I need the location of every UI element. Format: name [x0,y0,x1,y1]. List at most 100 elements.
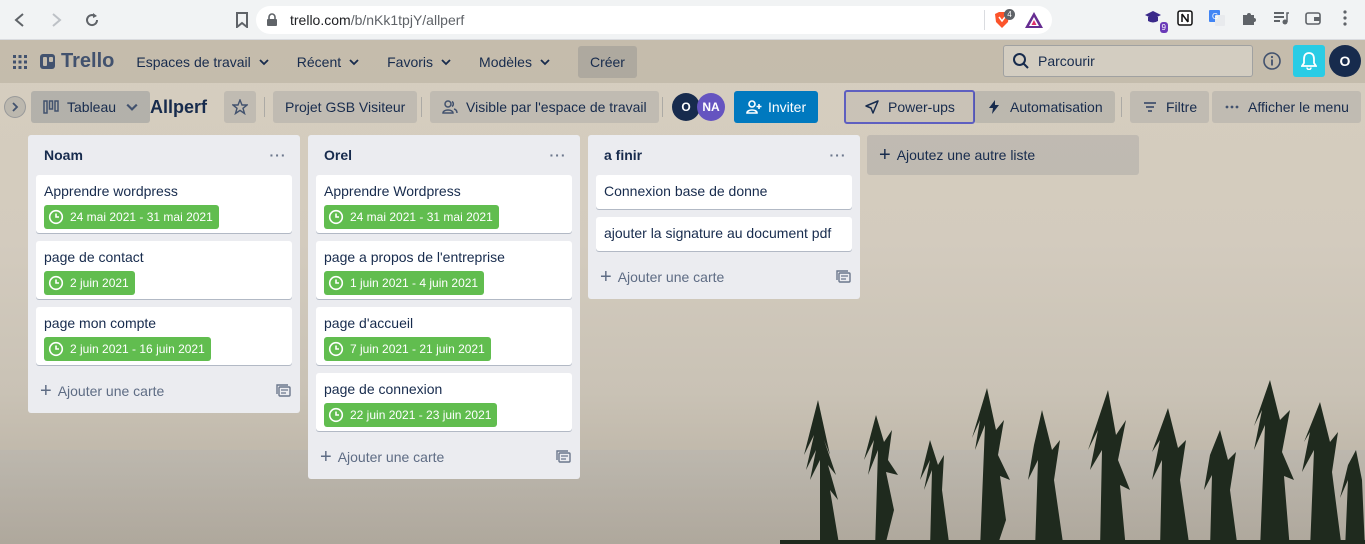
card[interactable]: page a propos de l'entreprise 1 juin 202… [316,241,572,299]
list-header: Orel ··· [308,135,580,175]
chevron-down-icon [441,58,451,65]
chevron-down-icon [259,58,269,65]
trello-logo[interactable]: Trello [40,50,114,73]
card-template-icon[interactable] [556,449,572,465]
wallet-icon[interactable] [1303,8,1323,28]
list-header: Noam ··· [28,135,300,175]
card[interactable]: Apprendre wordpress 24 mai 2021 - 31 mai… [36,175,292,233]
due-date-badge[interactable]: 1 juin 2021 - 4 juin 2021 [324,271,485,295]
sidebar-expand-button[interactable] [4,96,26,118]
info-icon[interactable] [1262,51,1282,71]
list-header: a finir ··· [588,135,860,175]
forward-icon[interactable] [40,4,72,36]
card[interactable]: page d'accueil 7 juin 2021 - 21 juin 202… [316,307,572,365]
extensions-puzzle-icon[interactable] [1239,8,1259,28]
board-title[interactable]: Allperf [150,97,207,118]
chevron-down-icon [126,103,138,111]
card-title: page d'accueil [324,315,414,331]
add-card-button[interactable]: + Ajouter une carte [28,373,300,409]
clock-icon [48,341,64,357]
url-text: trello.com/b/nKk1tpjY/allperf [290,12,465,28]
notion-icon[interactable] [1175,8,1195,28]
due-date-badge[interactable]: 24 mai 2021 - 31 mai 2021 [324,205,499,229]
divider [264,97,265,117]
clock-icon [48,209,64,225]
search-input[interactable]: Parcourir [1003,45,1253,77]
due-date-badge[interactable]: 2 juin 2021 - 16 juin 2021 [44,337,211,361]
card-template-icon[interactable] [836,269,852,285]
list-menu-icon[interactable]: ··· [544,141,572,169]
nav-templates[interactable]: Modèles [471,46,558,78]
brave-shield-count: 4 [1004,9,1015,20]
search-icon [1013,53,1029,69]
app-switcher-icon[interactable] [4,46,36,78]
translate-icon[interactable]: G [1207,8,1227,28]
clock-icon [328,341,344,357]
card-title: page a propos de l'entreprise [324,249,505,265]
back-icon[interactable] [4,4,36,36]
address-bar[interactable]: trello.com/b/nKk1tpjY/allperf 4 [256,6,1052,34]
member-avatar-o[interactable]: O [672,93,700,121]
lightning-icon [989,100,999,114]
create-button[interactable]: Créer [577,45,637,78]
visibility-button[interactable]: Visible par l'espace de travail [430,91,659,123]
powerups-button[interactable]: Power-ups [844,90,975,124]
list-title[interactable]: Orel [324,147,352,163]
view-switcher-button[interactable]: Tableau [31,91,151,123]
account-avatar[interactable]: O [1329,45,1361,77]
card[interactable]: page de contact 2 juin 2021 [36,241,292,299]
brave-rewards-icon[interactable] [1024,11,1044,29]
star-board-button[interactable] [224,91,256,123]
chevron-down-icon [540,58,550,65]
card-title: ajouter la signature au document pdf [604,225,832,241]
browser-toolbar: trello.com/b/nKk1tpjY/allperf 4 9 G [0,0,1365,40]
plus-icon: + [879,144,891,166]
plus-icon: + [320,446,332,468]
due-date-badge[interactable]: 2 juin 2021 [44,271,135,295]
menu-kebab-icon[interactable] [1335,8,1355,28]
media-queue-icon[interactable] [1271,8,1291,28]
bookmark-icon[interactable] [228,6,256,34]
card[interactable]: ajouter la signature au document pdf [596,217,852,251]
reload-icon[interactable] [76,4,108,36]
plus-icon: + [40,380,52,402]
list-orel: Orel ··· Apprendre Wordpress 24 mai 2021… [308,135,580,479]
workspace-button[interactable]: Projet GSB Visiteur [273,91,418,123]
list-title[interactable]: Noam [44,147,83,163]
nav-workspaces[interactable]: Espaces de travail [128,46,276,78]
nav-recent[interactable]: Récent [289,46,367,78]
extension-grad-icon[interactable]: 9 [1143,8,1168,33]
list-title[interactable]: a finir [604,147,642,163]
card-title: page de contact [44,249,144,265]
trello-logo-icon [40,54,55,69]
list-a-finir: a finir ··· Connexion base de donne ajou… [588,135,860,299]
invite-button[interactable]: Inviter [734,91,819,123]
show-menu-button[interactable]: Afficher le menu [1212,91,1361,123]
card[interactable]: Connexion base de donne [596,175,852,209]
filter-button[interactable]: Filtre [1130,91,1210,123]
notifications-button[interactable] [1293,45,1325,77]
due-date-badge[interactable]: 22 juin 2021 - 23 juin 2021 [324,403,498,427]
add-list-button[interactable]: + Ajoutez une autre liste [867,135,1139,175]
add-card-button[interactable]: + Ajouter une carte [588,259,860,295]
list-menu-icon[interactable]: ··· [264,141,292,169]
divider [662,97,663,117]
nav-favorites[interactable]: Favoris [379,46,459,78]
card-title: Apprendre wordpress [44,183,178,199]
list-menu-icon[interactable]: ··· [824,141,852,169]
filter-icon [1144,102,1156,112]
card[interactable]: page de connexion 22 juin 2021 - 23 juin… [316,373,572,431]
card[interactable]: page mon compte 2 juin 2021 - 16 juin 20… [36,307,292,365]
card[interactable]: Apprendre Wordpress 24 mai 2021 - 31 mai… [316,175,572,233]
card-template-icon[interactable] [276,383,292,399]
chevron-down-icon [349,58,359,65]
list-noam: Noam ··· Apprendre wordpress 24 mai 2021… [28,135,300,413]
due-date-badge[interactable]: 7 juin 2021 - 21 juin 2021 [324,337,491,361]
member-avatar-na[interactable]: NA [697,93,725,121]
add-card-button[interactable]: + Ajouter une carte [308,439,580,475]
divider [421,97,422,117]
due-date-badge[interactable]: 24 mai 2021 - 31 mai 2021 [44,205,219,229]
board-header: Tableau Allperf Projet GSB Visiteur Visi… [0,83,1365,131]
svg-text:G: G [1212,12,1218,21]
automation-button[interactable]: Automatisation [974,91,1115,123]
